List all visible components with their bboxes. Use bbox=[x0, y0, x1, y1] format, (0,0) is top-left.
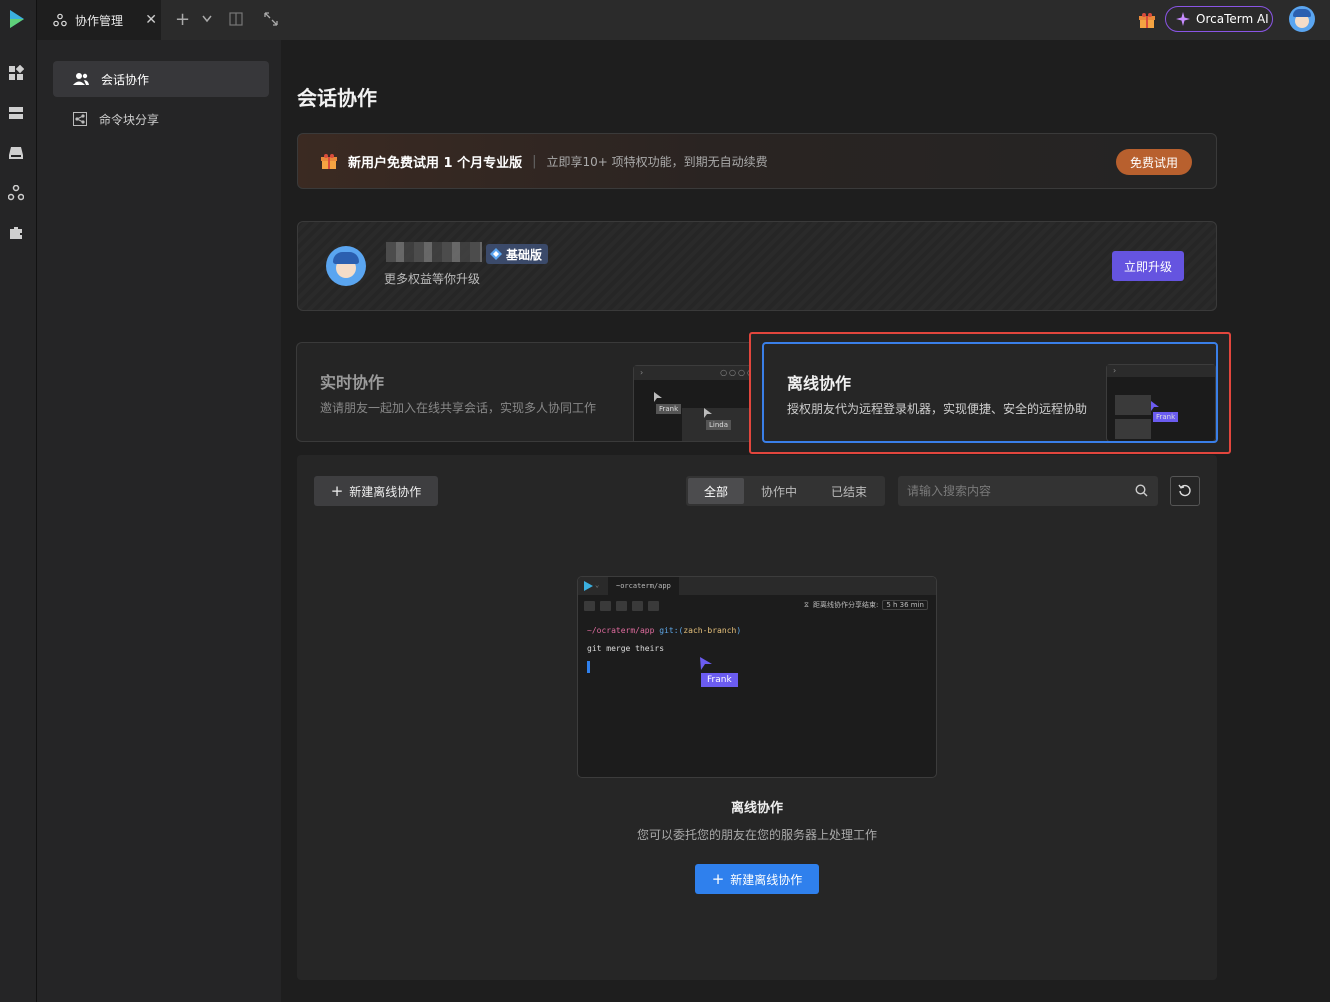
orcaterm-ai-button[interactable]: OrcaTerm AI bbox=[1165, 6, 1273, 32]
gift-icon bbox=[321, 154, 337, 169]
plan-icon bbox=[490, 248, 502, 260]
search-box bbox=[898, 476, 1158, 506]
plus-icon: + bbox=[330, 482, 344, 500]
cursor-icon bbox=[700, 657, 712, 670]
search-input[interactable] bbox=[898, 476, 1126, 506]
chevron-down-icon[interactable] bbox=[202, 15, 212, 23]
close-icon[interactable]: ✕ bbox=[145, 12, 157, 28]
cta-label: 新建离线协作 bbox=[730, 872, 803, 887]
add-tab-icon[interactable]: + bbox=[175, 9, 190, 30]
timer-label: 距离线协作分享结束: bbox=[812, 601, 879, 609]
filter-all[interactable]: 全部 bbox=[688, 478, 744, 504]
plus-icon: + bbox=[711, 870, 725, 888]
sidebar-item-label: 命令块分享 bbox=[99, 112, 160, 127]
offline-illustration: › Frank bbox=[1106, 364, 1216, 441]
timer-value: 5 h 36 min bbox=[882, 600, 928, 610]
plan-label: 基础版 bbox=[506, 247, 543, 262]
profile-card: 基础版 更多权益等你升级 立即升级 bbox=[297, 221, 1217, 311]
sidebar-item-session-collab[interactable]: 会话协作 bbox=[53, 61, 269, 97]
users-icon bbox=[73, 73, 89, 85]
preview-tabbar: ⌄ ~orcaterm/app bbox=[578, 577, 936, 595]
promo-headline: 新用户免费试用 1 个月专业版 bbox=[348, 155, 523, 171]
sidebar: 会话协作 命令块分享 bbox=[37, 40, 281, 1002]
split-view-icon[interactable] bbox=[229, 12, 243, 26]
user-avatar[interactable] bbox=[1289, 6, 1315, 32]
cursor-icon bbox=[704, 408, 712, 418]
promo-banner: 新用户免费试用 1 个月专业版 | 立即享10+ 项特权功能，到期无自动续费 免… bbox=[297, 133, 1217, 189]
upgrade-button[interactable]: 立即升级 bbox=[1112, 251, 1184, 281]
cursor-tag: Linda bbox=[706, 420, 732, 430]
collaboration-icon[interactable] bbox=[6, 183, 26, 203]
realtime-desc: 邀请朋友一起加入在线共享会话，实现多人协同工作 bbox=[320, 401, 597, 415]
new-offline-collab-cta-button[interactable]: + 新建离线协作 bbox=[695, 864, 819, 894]
status-filter: 全部 协作中 已结束 bbox=[686, 476, 885, 506]
offline-title: 离线协作 bbox=[787, 374, 852, 393]
ai-spark-icon bbox=[1176, 12, 1190, 26]
sidebar-item-command-share[interactable]: 命令块分享 bbox=[53, 101, 269, 137]
tab-label: 协作管理 bbox=[75, 13, 124, 28]
cursor-icon bbox=[654, 392, 662, 402]
cursor-icon bbox=[1151, 401, 1159, 411]
realtime-title: 实时协作 bbox=[320, 373, 385, 392]
plan-badge: 基础版 bbox=[486, 244, 549, 264]
empty-state-subtext: 您可以委托您的朋友在您的服务器上处理工作 bbox=[636, 828, 877, 842]
cursor-tag: Frank bbox=[656, 404, 682, 414]
offline-collab-preview: ⌄ ~orcaterm/app ⧖ 距离线协作分享结束: 5 h 36 min … bbox=[577, 576, 937, 778]
preview-toolbar bbox=[584, 601, 659, 611]
icon-rail bbox=[0, 0, 37, 1002]
profile-subtext: 更多权益等你升级 bbox=[384, 272, 481, 286]
cursor-tag: Frank bbox=[1153, 412, 1179, 422]
dashboard-icon[interactable] bbox=[6, 63, 26, 83]
realtime-illustration: ›○○○○ Frank Linda bbox=[633, 365, 751, 441]
offline-collab-list: + 新建离线协作 全部 协作中 已结束 ⌄ ~orcaterm/app ⧖ 距离 bbox=[297, 455, 1217, 980]
avatar bbox=[326, 246, 366, 286]
new-offline-collab-button[interactable]: + 新建离线协作 bbox=[314, 476, 438, 506]
storage-icon[interactable] bbox=[6, 143, 26, 163]
offline-desc: 授权朋友代为远程登录机器，实现便捷、安全的远程协助 bbox=[787, 402, 1088, 416]
text-cursor bbox=[587, 661, 590, 673]
cursor-tag: Frank bbox=[701, 673, 738, 687]
share-icon bbox=[73, 112, 87, 126]
preview-line-1: ~/ocraterm/app git:(zach-branch) bbox=[587, 626, 742, 635]
hourglass-icon: ⧖ bbox=[804, 600, 809, 609]
expand-icon[interactable] bbox=[264, 12, 278, 26]
preview-tab: ~orcaterm/app bbox=[608, 577, 679, 595]
realtime-collab-card[interactable]: 实时协作 邀请朋友一起加入在线共享会话，实现多人协同工作 ›○○○○ Frank… bbox=[296, 342, 751, 442]
app-logo-icon bbox=[584, 581, 593, 591]
preview-timer: ⧖ 距离线协作分享结束: 5 h 36 min bbox=[804, 600, 928, 610]
preview-line-2: git merge theirs bbox=[587, 644, 665, 653]
empty-state-title: 离线协作 bbox=[730, 801, 783, 816]
top-bar: 协作管理 ✕ + OrcaTerm AI bbox=[37, 0, 1330, 40]
promo-separator: | bbox=[532, 153, 537, 169]
filter-ended[interactable]: 已结束 bbox=[814, 478, 884, 504]
gift-icon[interactable] bbox=[1138, 11, 1156, 29]
plugin-icon[interactable] bbox=[6, 223, 26, 243]
offline-collab-card[interactable]: 离线协作 授权朋友代为远程登录机器，实现便捷、安全的远程协助 › Frank bbox=[762, 342, 1218, 443]
page-title: 会话协作 bbox=[297, 86, 377, 110]
new-button-label: 新建离线协作 bbox=[349, 484, 422, 499]
main-content: 会话协作 新用户免费试用 1 个月专业版 | 立即享10+ 项特权功能，到期无自… bbox=[281, 40, 1330, 1002]
app-logo[interactable] bbox=[6, 8, 28, 30]
ai-label: OrcaTerm AI bbox=[1196, 12, 1269, 26]
refresh-button[interactable] bbox=[1170, 476, 1200, 506]
promo-subtext: 立即享10+ 项特权功能，到期无自动续费 bbox=[546, 154, 768, 169]
server-icon[interactable] bbox=[6, 103, 26, 123]
filter-active[interactable]: 协作中 bbox=[744, 478, 814, 504]
free-trial-button[interactable]: 免费试用 bbox=[1116, 149, 1192, 175]
tab-collaboration[interactable]: 协作管理 ✕ bbox=[37, 0, 161, 40]
refresh-icon bbox=[1178, 484, 1191, 497]
chevron-down-icon: ⌄ bbox=[595, 581, 600, 589]
search-icon[interactable] bbox=[1135, 484, 1148, 497]
collaboration-icon bbox=[53, 13, 67, 27]
sidebar-item-label: 会话协作 bbox=[101, 72, 150, 87]
username-blurred bbox=[386, 242, 482, 262]
